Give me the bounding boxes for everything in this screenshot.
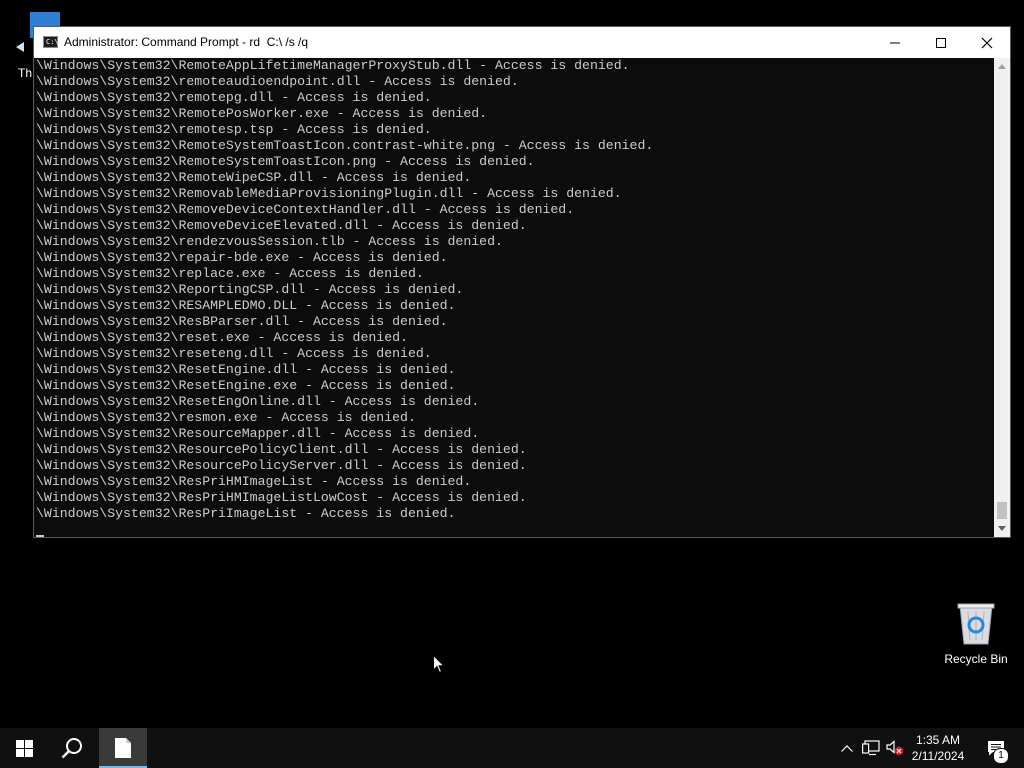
maximize-button[interactable] xyxy=(918,27,964,58)
scroll-down-button[interactable] xyxy=(994,520,1010,537)
console-output[interactable]: \Windows\System32\RemoteAppLifetimeManag… xyxy=(34,58,994,537)
vertical-scrollbar[interactable] xyxy=(994,58,1010,537)
chevron-up-icon xyxy=(841,744,853,752)
console-line: \Windows\System32\ResourcePolicyServer.d… xyxy=(36,458,527,473)
minimize-icon xyxy=(890,42,900,43)
close-icon xyxy=(981,37,993,48)
start-button[interactable] xyxy=(0,728,48,768)
network-button[interactable] xyxy=(860,728,882,768)
console-line: \Windows\System32\ResetEngine.dll - Acce… xyxy=(36,362,456,377)
minimize-button[interactable] xyxy=(872,27,918,58)
taskbar-app-command-prompt[interactable] xyxy=(99,728,147,768)
console-line: \Windows\System32\RemotePosWorker.exe - … xyxy=(36,106,488,121)
clock-time: 1:35 AM xyxy=(915,733,961,747)
console-line: \Windows\System32\resmon.exe - Access is… xyxy=(36,410,416,425)
windows-logo-icon xyxy=(15,739,33,757)
console-line: \Windows\System32\RemoveDeviceContextHan… xyxy=(36,202,575,217)
console-line: \Windows\System32\remoteaudioendpoint.dl… xyxy=(36,74,519,89)
console-line: \Windows\System32\RESAMPLEDMO.DLL - Acce… xyxy=(36,298,456,313)
console-line: \Windows\System32\ResetEngOnline.dll - A… xyxy=(36,394,480,409)
console-line: \Windows\System32\ResourcePolicyClient.d… xyxy=(36,442,527,457)
console-line: \Windows\System32\ReportingCSP.dll - Acc… xyxy=(36,282,464,297)
console-line: \Windows\System32\rendezvousSession.tlb … xyxy=(36,234,503,249)
network-icon xyxy=(862,740,880,756)
console-line: \Windows\System32\ResetEngine.exe - Acce… xyxy=(36,378,456,393)
console-line: \Windows\System32\ResPriImageList - Acce… xyxy=(36,506,456,521)
recycle-bin[interactable]: Recycle Bin xyxy=(940,600,1012,666)
console-line: \Windows\System32\remotepg.dll - Access … xyxy=(36,90,432,105)
mouse-pointer-icon xyxy=(433,655,445,674)
search-icon xyxy=(61,738,82,759)
console-line: \Windows\System32\RemoteAppLifetimeManag… xyxy=(36,58,630,73)
command-prompt-icon[interactable]: C:\ xyxy=(43,36,59,48)
action-center-button[interactable]: 1 xyxy=(978,728,1014,768)
console-line: \Windows\System32\ResBParser.dll - Acces… xyxy=(36,314,448,329)
console-line: \Windows\System32\ResourceMapper.dll - A… xyxy=(36,426,480,441)
window-titlebar[interactable]: C:\ Administrator: Command Prompt - rd C… xyxy=(34,27,1010,58)
console-line: \Windows\System32\reset.exe - Access is … xyxy=(36,330,408,345)
shortcut-arrow-icon xyxy=(16,42,24,52)
console-line: \Windows\System32\RemoveDeviceElevated.d… xyxy=(36,218,527,233)
clock-date: 2/11/2024 xyxy=(911,749,965,763)
close-button[interactable] xyxy=(964,27,1010,58)
chevron-up-icon xyxy=(998,64,1006,69)
console-line: \Windows\System32\replace.exe - Access i… xyxy=(36,266,424,281)
console-line: \Windows\System32\ResPriHMImageListLowCo… xyxy=(36,490,527,505)
console-line: \Windows\System32\repair-bde.exe - Acces… xyxy=(36,250,448,265)
console-lines: \Windows\System32\RemoteAppLifetimeManag… xyxy=(34,58,994,522)
notification-count-badge: 1 xyxy=(993,748,1009,764)
console-line: \Windows\System32\reseteng.dll - Access … xyxy=(36,346,432,361)
console-line: \Windows\System32\ResPriHMImageList - Ac… xyxy=(36,474,472,489)
volume-button[interactable] xyxy=(884,728,906,768)
command-prompt-window[interactable]: C:\ Administrator: Command Prompt - rd C… xyxy=(33,26,1011,538)
scrollbar-thumb[interactable] xyxy=(997,502,1007,519)
show-hidden-icons-button[interactable] xyxy=(838,728,856,768)
console-line: \Windows\System32\RemoteSystemToastIcon.… xyxy=(36,154,535,169)
console-line: \Windows\System32\RemovableMediaProvisio… xyxy=(36,186,622,201)
desktop-shortcut-label: Th xyxy=(18,66,33,80)
maximize-icon xyxy=(936,37,946,48)
app-icon-text: C:\ xyxy=(46,38,59,46)
console-line: \Windows\System32\remotesp.tsp - Access … xyxy=(36,122,432,137)
recycle-bin-label: Recycle Bin xyxy=(944,652,1008,666)
taskbar: 1:35 AM 2/11/2024 1 xyxy=(0,728,1024,768)
recycle-bin-icon xyxy=(957,603,995,645)
console-line: \Windows\System32\RemoteWipeCSP.dll - Ac… xyxy=(36,170,472,185)
document-icon xyxy=(115,738,131,758)
system-clock[interactable]: 1:35 AM 2/11/2024 xyxy=(906,732,970,764)
search-button[interactable] xyxy=(48,728,96,768)
scroll-up-button[interactable] xyxy=(994,58,1010,75)
volume-muted-icon xyxy=(886,740,904,756)
text-cursor xyxy=(36,535,44,537)
console-line: \Windows\System32\RemoteSystemToastIcon.… xyxy=(36,138,654,153)
window-title: Administrator: Command Prompt - rd C:\ /… xyxy=(64,35,309,49)
chevron-down-icon xyxy=(998,526,1006,531)
